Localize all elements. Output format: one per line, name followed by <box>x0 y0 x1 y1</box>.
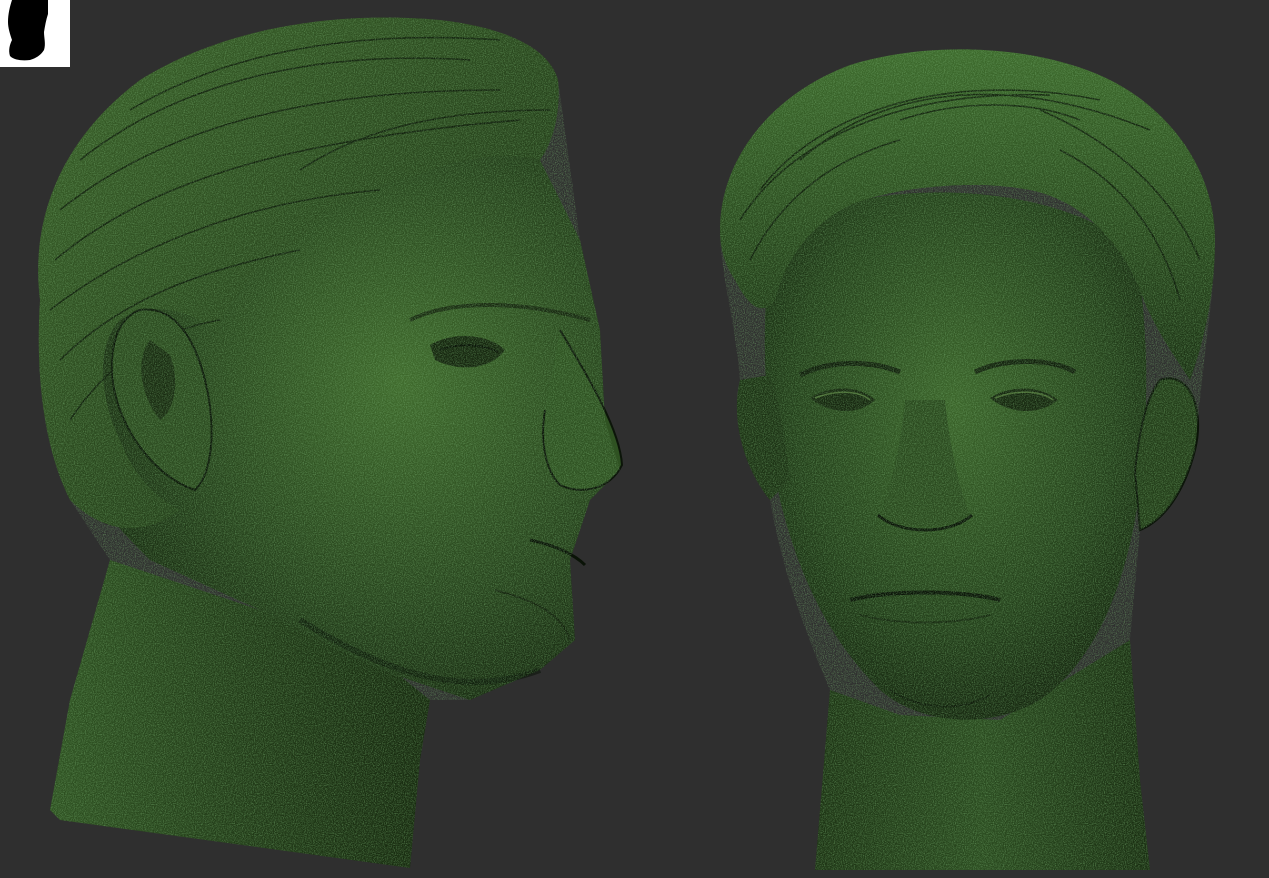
3d-viewport[interactable] <box>0 0 1269 878</box>
head-front-view[interactable] <box>720 49 1215 870</box>
sculpt-render[interactable] <box>0 0 1269 878</box>
head-profile-view[interactable] <box>38 17 624 869</box>
